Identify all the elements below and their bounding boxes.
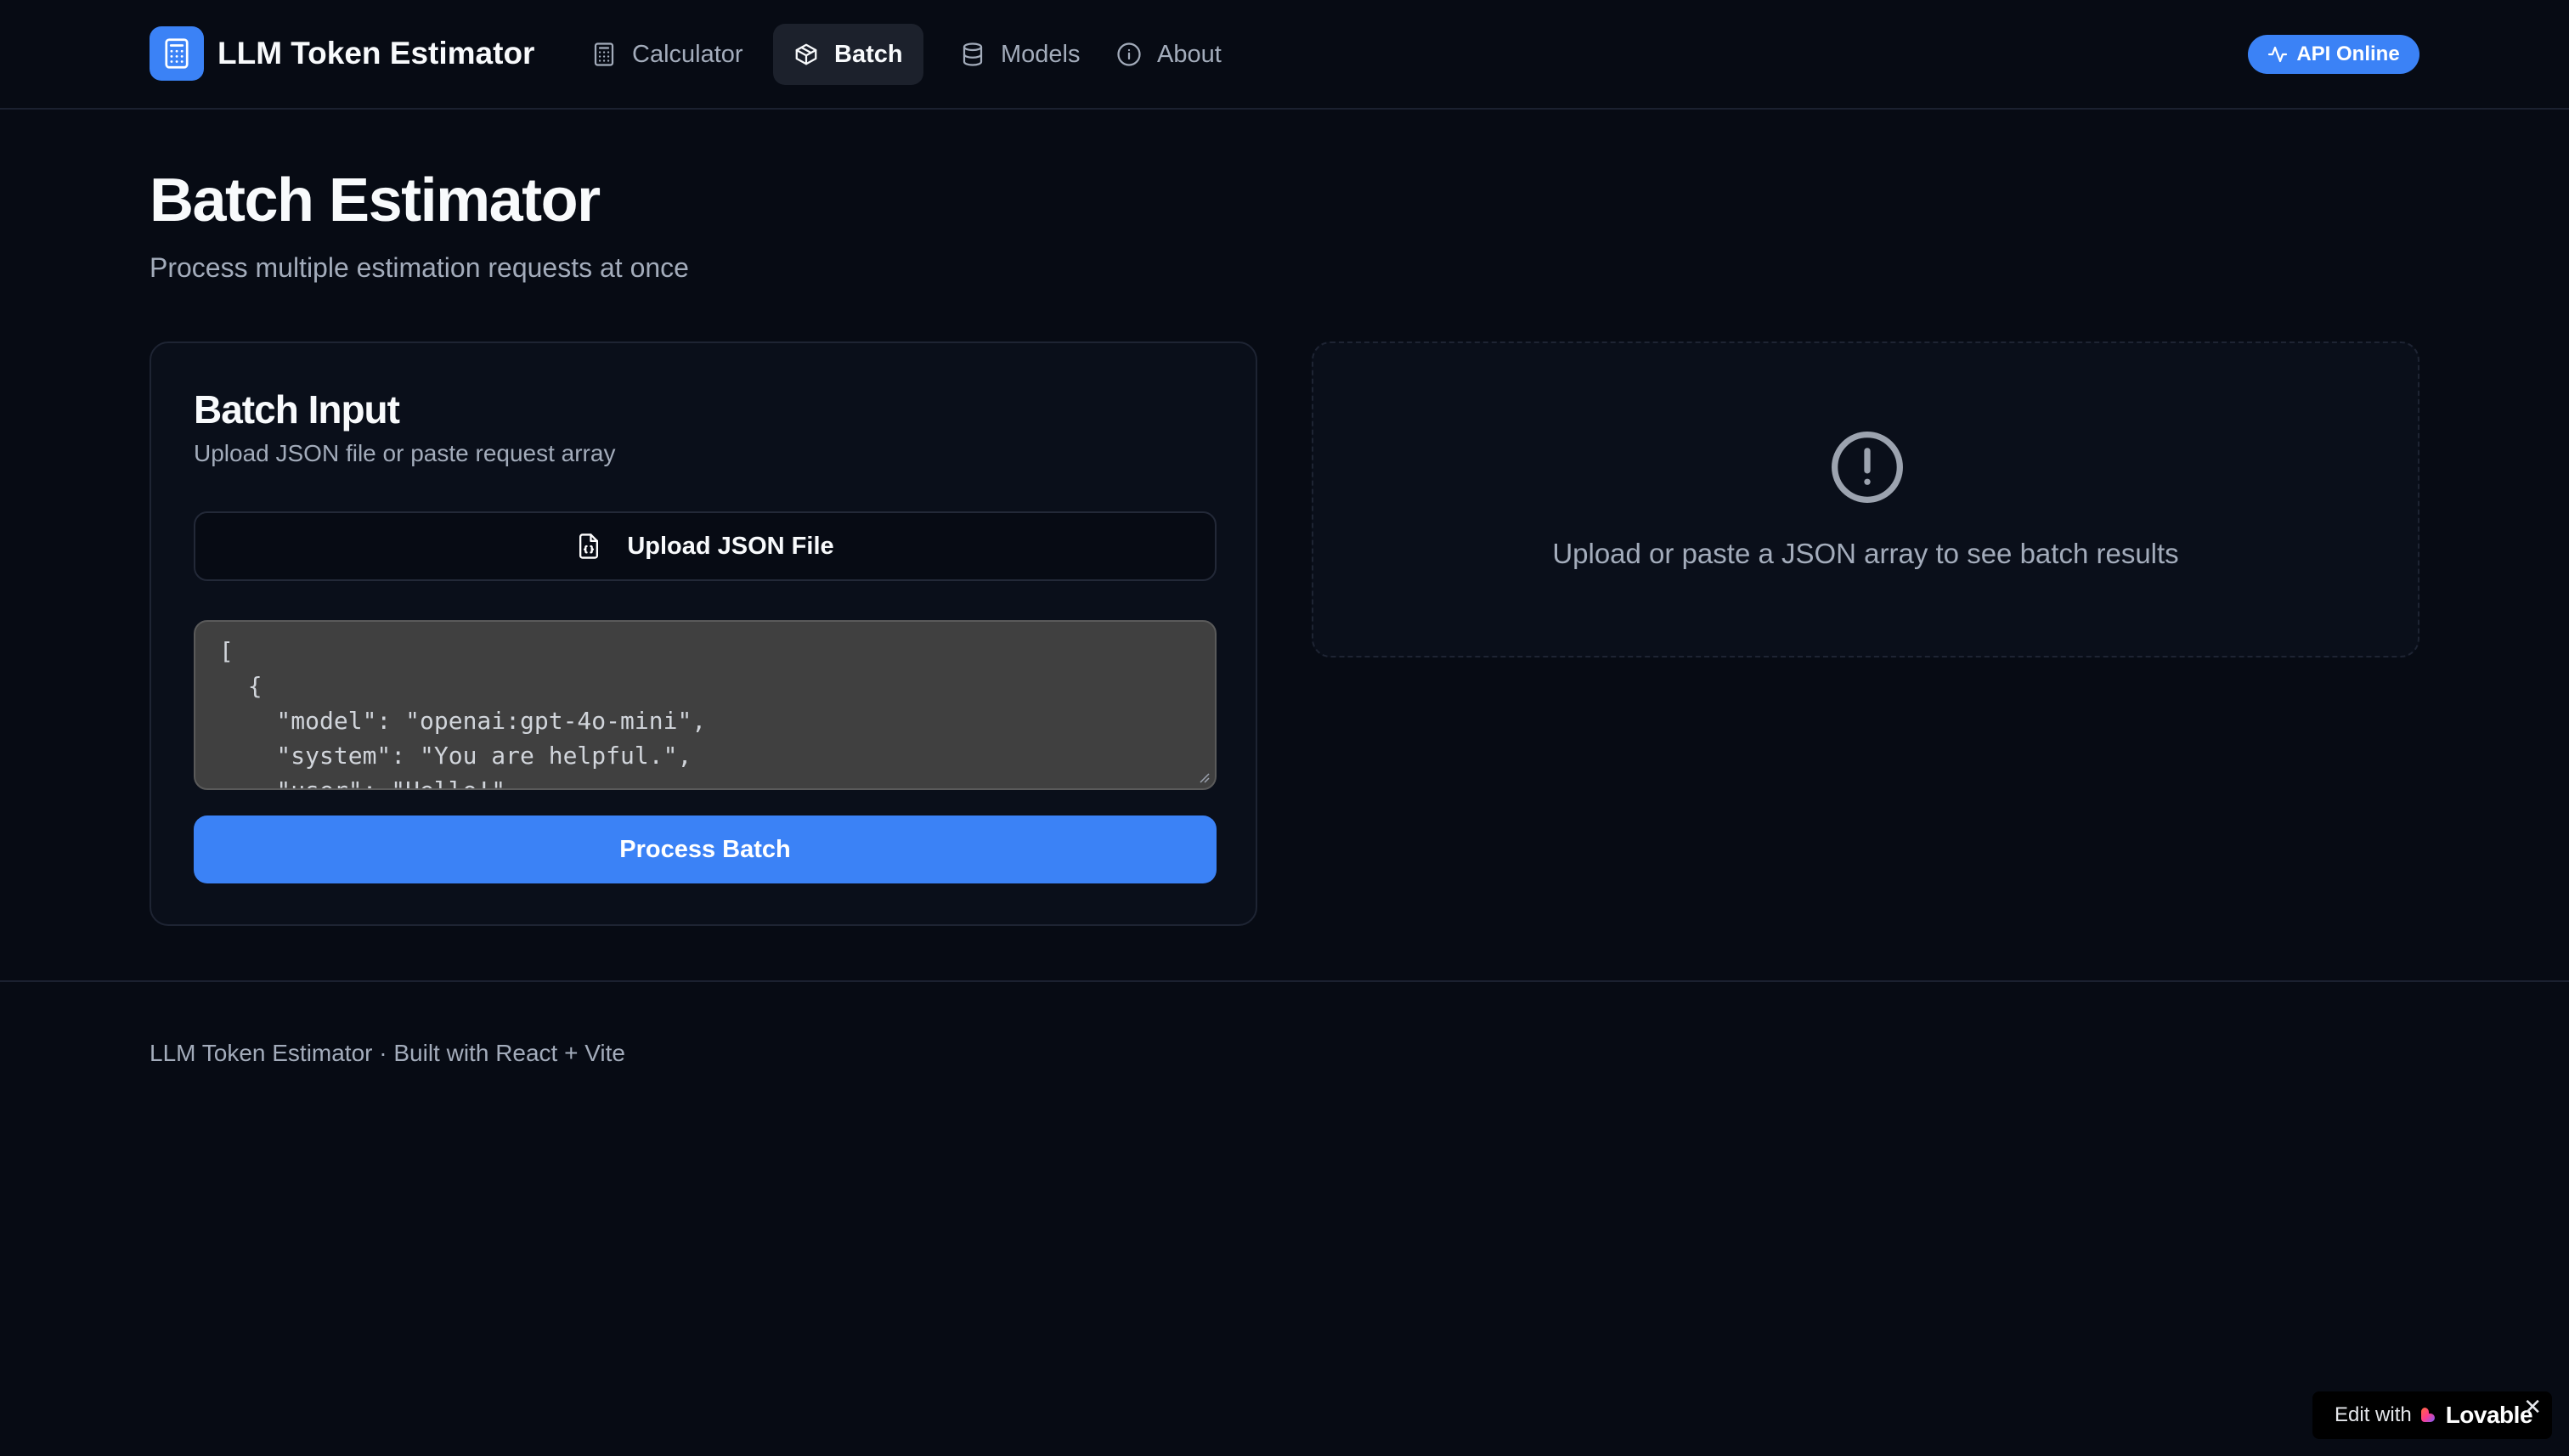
batch-input-title: Batch Input (194, 387, 400, 432)
process-batch-button[interactable]: Process Batch (194, 815, 1217, 883)
batch-input-card: Batch Input Upload JSON file or paste re… (150, 341, 1257, 926)
nav-calculator[interactable]: Calculator (571, 24, 764, 85)
info-icon (1117, 42, 1141, 66)
page-subtitle: Process multiple estimation requests at … (150, 252, 689, 283)
lovable-brand: Lovable (2445, 1402, 2533, 1428)
nav-label-batch: Batch (834, 40, 903, 68)
upload-json-button[interactable]: Upload JSON File (194, 511, 1217, 581)
footer-text: LLM Token Estimator · Built with React +… (150, 1040, 625, 1066)
nav-label-calculator: Calculator (632, 40, 743, 68)
database-icon (963, 42, 983, 66)
package-icon (795, 43, 817, 65)
footer-divider (0, 980, 2569, 982)
resize-grip-icon[interactable] (1196, 770, 1210, 783)
upload-json-label: Upload JSON File (627, 532, 834, 560)
api-status-badge: API Online (2248, 35, 2419, 74)
edit-with-label: Edit with (2335, 1403, 2412, 1426)
page-title: Batch Estimator (150, 166, 601, 234)
json-textarea-value: [ { "model": "openai:gpt-4o-mini", "syst… (219, 637, 707, 788)
lovable-logo-icon (2420, 1408, 2435, 1422)
batch-input-description: Upload JSON file or paste request array (194, 440, 616, 466)
edit-with-lovable-badge[interactable]: Edit with Lovable ✕ (2312, 1391, 2552, 1439)
nav-batch[interactable]: Batch (773, 24, 923, 85)
results-empty-message: Upload or paste a JSON array to see batc… (1552, 538, 2179, 569)
activity-icon (2268, 46, 2288, 63)
badge-close-icon[interactable]: ✕ (2523, 1395, 2542, 1419)
api-status-label: API Online (2296, 42, 2400, 65)
nav-models[interactable]: Models (940, 24, 1101, 85)
nav-about[interactable]: About (1096, 24, 1242, 85)
alert-circle-icon (1832, 432, 1903, 503)
batch-results-placeholder: Upload or paste a JSON array to see batc… (1312, 341, 2419, 657)
file-json-icon (579, 533, 599, 559)
app-title[interactable]: LLM Token Estimator (217, 32, 534, 75)
json-textarea[interactable]: [ { "model": "openai:gpt-4o-mini", "syst… (194, 620, 1217, 790)
calculator-icon[interactable] (150, 26, 204, 81)
calculator-icon (594, 42, 614, 66)
top-header: LLM Token Estimator Calculator Batch Mod… (0, 0, 2569, 110)
nav-label-about: About (1157, 40, 1222, 68)
nav-label-models: Models (1001, 40, 1081, 68)
